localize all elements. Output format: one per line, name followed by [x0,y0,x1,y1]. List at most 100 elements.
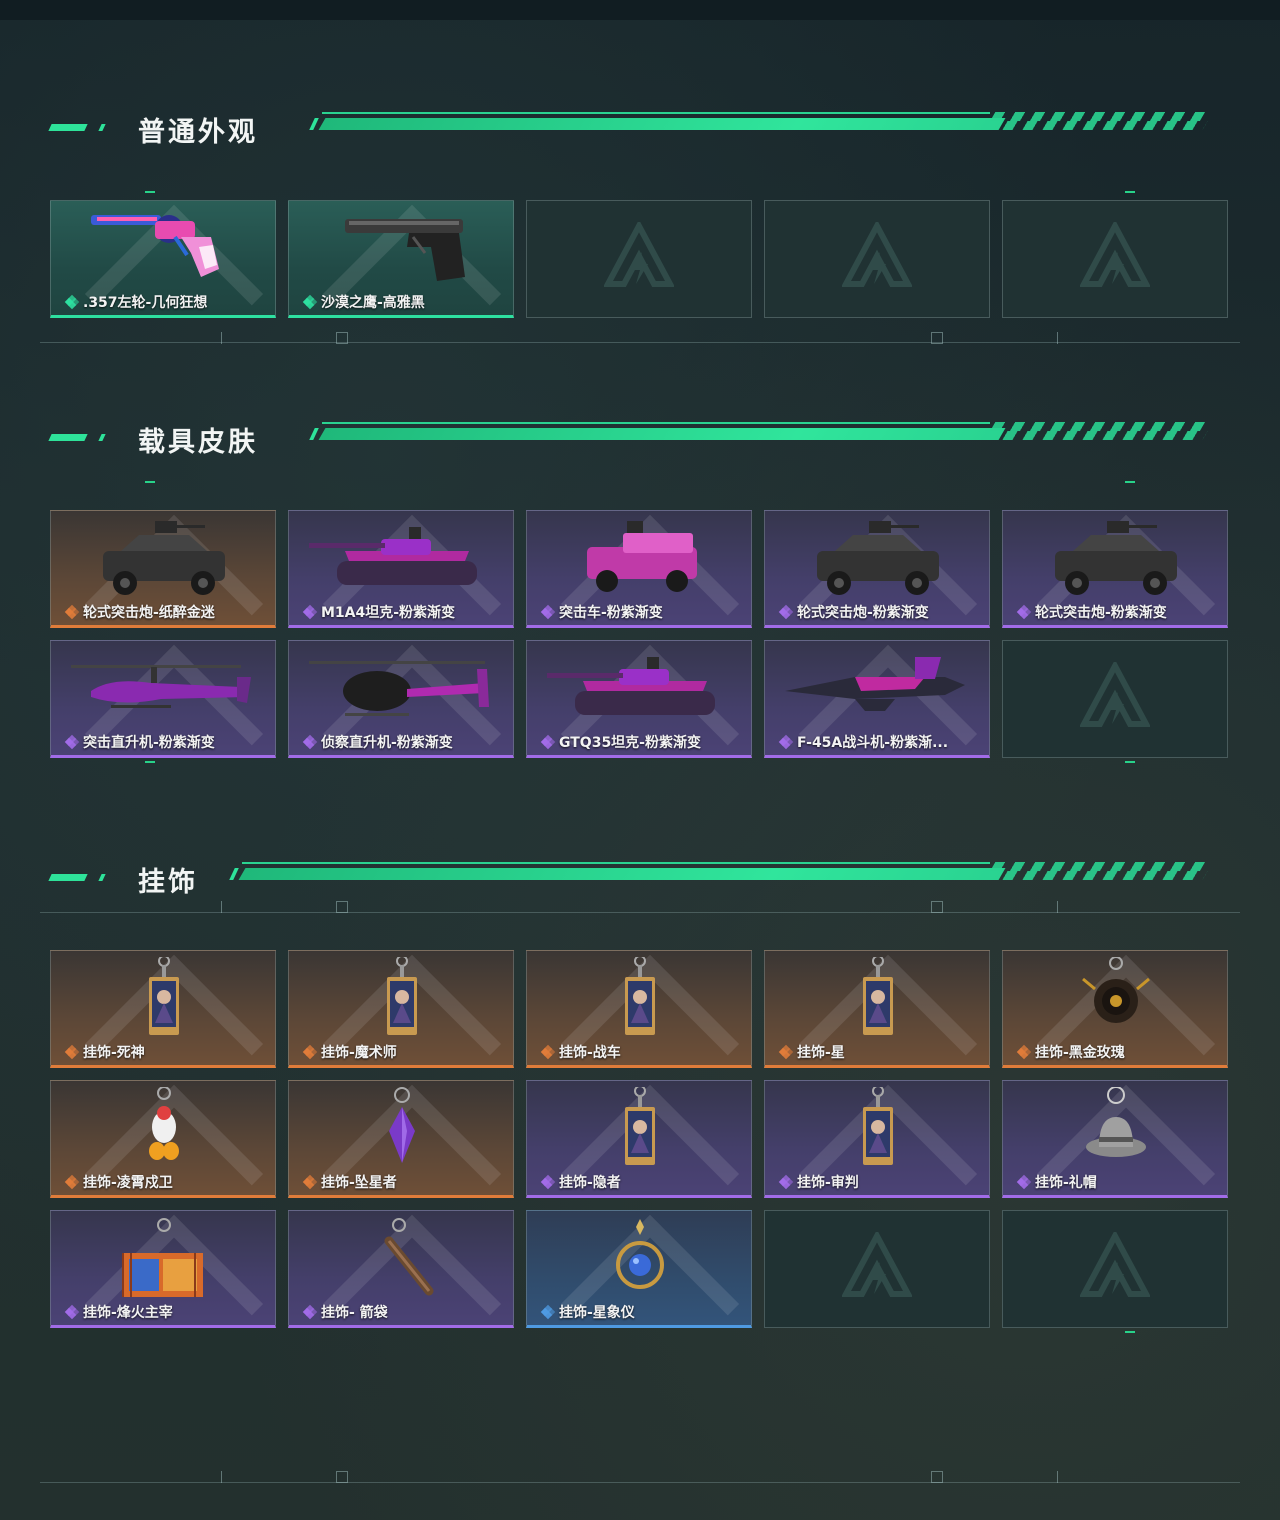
item-card[interactable]: 挂饰-魔术师 [288,950,514,1068]
rarity-icon [64,1044,80,1060]
item-card[interactable]: F-45A战斗机-粉紫渐... [764,640,990,758]
item-card[interactable]: 挂饰-审判 [764,1080,990,1198]
item-card[interactable]: 挂饰-死神 [50,950,276,1068]
empty-slot [1002,200,1228,318]
item-name: 挂饰-烽火主宰 [83,1305,173,1321]
item-label: GTQ35坦克-粉紫渐变 [540,732,701,752]
logo-watermark-icon [1078,219,1152,296]
item-label: 突击车-粉紫渐变 [540,602,663,622]
item-card[interactable]: 挂饰-凌霄戍卫 [50,1080,276,1198]
section-title: 挂饰 [138,867,198,898]
empty-slot [1002,640,1228,758]
logo-watermark-icon [840,219,914,296]
section-header-appearance: 普通外观 [48,112,1230,148]
item-label: 突击直升机-粉紫渐变 [64,732,215,752]
logo-watermark-icon [840,1229,914,1306]
item-card[interactable]: 挂饰- 箭袋 [288,1210,514,1328]
item-card[interactable]: 挂饰-隐者 [526,1080,752,1198]
item-name: 挂饰-死神 [83,1045,145,1061]
item-card[interactable]: 挂饰-星象仪 [526,1210,752,1328]
item-card[interactable]: M1A4坦克-粉紫渐变 [288,510,514,628]
rarity-icon [302,294,318,310]
item-name: 挂饰-审判 [797,1175,859,1191]
item-label: 挂饰-礼帽 [1016,1172,1097,1192]
item-name: F-45A战斗机-粉紫渐... [797,735,949,751]
item-label: 挂饰-隐者 [540,1172,621,1192]
section-header-vehicle-skins: 载具皮肤 [48,422,1230,458]
rarity-icon [64,294,80,310]
item-name: .357左轮-几何狂想 [83,295,208,311]
item-card[interactable]: 挂饰-黑金玫瑰 [1002,950,1228,1068]
item-card[interactable]: 轮式突击炮-纸醉金迷 [50,510,276,628]
item-label: 轮式突击炮-纸醉金迷 [64,602,215,622]
section-title: 载具皮肤 [138,427,258,458]
rarity-icon [540,734,556,750]
item-name: 挂饰-隐者 [559,1175,621,1191]
item-label: 挂饰-黑金玫瑰 [1016,1042,1125,1062]
item-name: GTQ35坦克-粉紫渐变 [559,735,701,751]
item-card[interactable]: 轮式突击炮-粉紫渐变 [764,510,990,628]
item-card[interactable]: 突击直升机-粉紫渐变 [50,640,276,758]
item-label: M1A4坦克-粉紫渐变 [302,602,456,622]
logo-watermark-icon [1078,659,1152,736]
item-card[interactable]: 轮式突击炮-粉紫渐变 [1002,510,1228,628]
rarity-icon [302,1044,318,1060]
item-label: 挂饰- 箭袋 [302,1302,388,1322]
rarity-icon [64,1174,80,1190]
item-card[interactable]: 沙漠之鹰-高雅黑 [288,200,514,318]
rarity-icon [1016,1174,1032,1190]
item-name: 挂饰-星 [797,1045,845,1061]
rarity-icon [302,734,318,750]
rarity-icon [778,1174,794,1190]
rarity-icon [64,1304,80,1320]
item-label: 沙漠之鹰-高雅黑 [302,292,425,312]
top-bar [0,0,1280,20]
item-label: 侦察直升机-粉紫渐变 [302,732,453,752]
item-card[interactable]: 侦察直升机-粉紫渐变 [288,640,514,758]
rarity-icon [1016,604,1032,620]
item-card[interactable]: 突击车-粉紫渐变 [526,510,752,628]
item-label: F-45A战斗机-粉紫渐... [778,732,949,752]
item-name: M1A4坦克-粉紫渐变 [321,605,456,621]
logo-watermark-icon [602,219,676,296]
empty-slot [764,1210,990,1328]
rarity-icon [540,1304,556,1320]
item-name: 挂饰-坠星者 [321,1175,397,1191]
item-name: 轮式突击炮-纸醉金迷 [83,605,215,621]
item-label: .357左轮-几何狂想 [64,292,208,312]
item-card[interactable]: 挂饰-战车 [526,950,752,1068]
item-label: 挂饰-坠星者 [302,1172,397,1192]
item-card[interactable]: GTQ35坦克-粉紫渐变 [526,640,752,758]
rarity-icon [64,734,80,750]
item-card[interactable]: 挂饰-礼帽 [1002,1080,1228,1198]
rarity-icon [778,734,794,750]
item-label: 轮式突击炮-粉紫渐变 [1016,602,1167,622]
empty-slot [1002,1210,1228,1328]
item-label: 挂饰-星 [778,1042,845,1062]
rarity-icon [302,1174,318,1190]
item-card[interactable]: .357左轮-几何狂想 [50,200,276,318]
rarity-icon [64,604,80,620]
empty-slot [764,200,990,318]
rarity-icon [540,604,556,620]
item-card[interactable]: 挂饰-烽火主宰 [50,1210,276,1328]
rarity-icon [778,604,794,620]
item-name: 突击直升机-粉紫渐变 [83,735,215,751]
item-label: 挂饰-魔术师 [302,1042,397,1062]
item-name: 挂饰-星象仪 [559,1305,635,1321]
rarity-icon [540,1044,556,1060]
section-title: 普通外观 [138,117,258,148]
item-name: 突击车-粉紫渐变 [559,605,663,621]
item-name: 挂饰-魔术师 [321,1045,397,1061]
item-label: 挂饰-凌霄戍卫 [64,1172,173,1192]
item-name: 侦察直升机-粉紫渐变 [321,735,453,751]
rarity-icon [302,1304,318,1320]
item-name: 轮式突击炮-粉紫渐变 [797,605,929,621]
item-label: 挂饰-星象仪 [540,1302,635,1322]
item-label: 挂饰-烽火主宰 [64,1302,173,1322]
item-card[interactable]: 挂饰-星 [764,950,990,1068]
item-label: 挂饰-战车 [540,1042,621,1062]
item-label: 挂饰-审判 [778,1172,859,1192]
item-card[interactable]: 挂饰-坠星者 [288,1080,514,1198]
rarity-icon [1016,1044,1032,1060]
